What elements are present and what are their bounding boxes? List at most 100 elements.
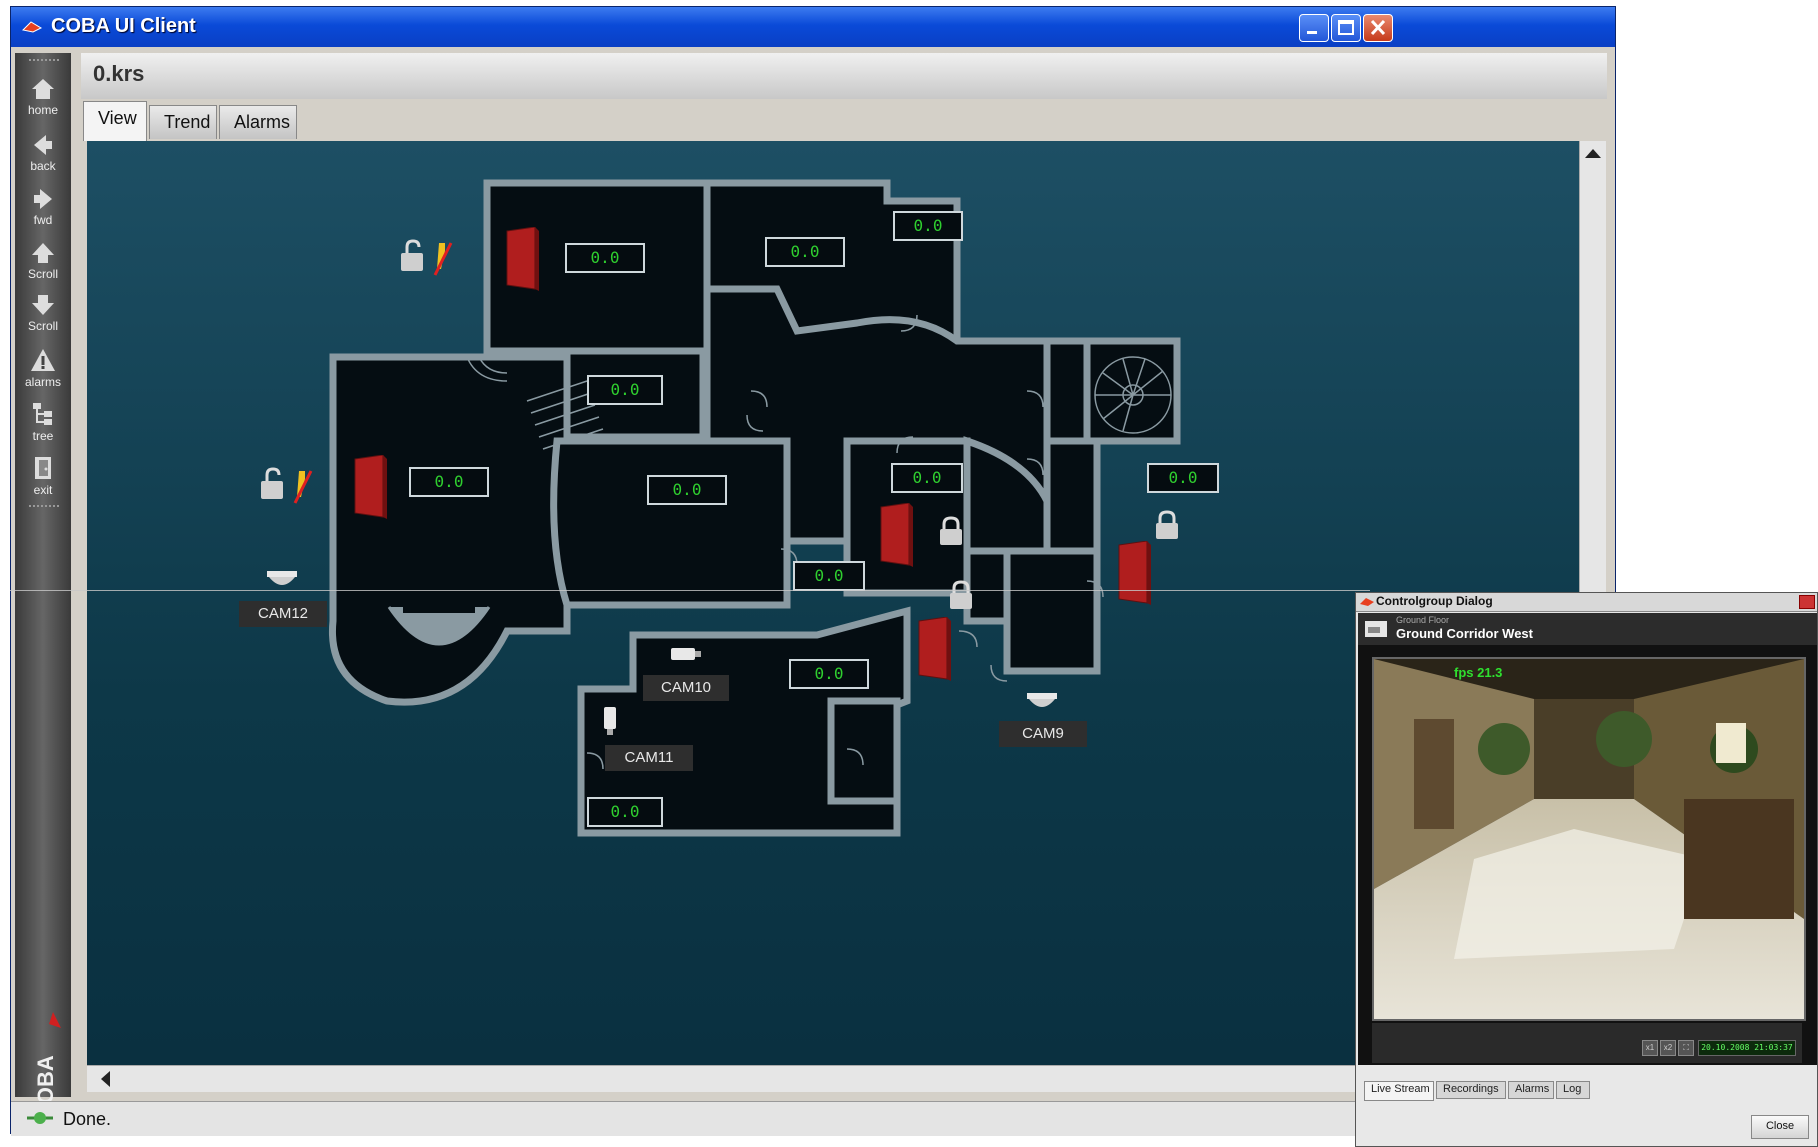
rail-grip-bottom <box>29 505 59 513</box>
divider-line <box>10 590 1370 591</box>
scroll-up-arrow-icon[interactable] <box>1585 149 1601 158</box>
sensor-value[interactable]: 0.0 <box>893 211 963 241</box>
dialog-header: Ground Floor Ground Corridor West <box>1358 613 1817 645</box>
alarm-warning-icon <box>31 349 55 371</box>
rail-alarms-label: alarms <box>24 375 61 389</box>
door-icon[interactable] <box>879 503 915 569</box>
video-control-bar: x1 x2 ⛶ 20.10.2008 21:03:37 <box>1372 1023 1802 1063</box>
rail-forward-button[interactable]: fwd <box>17 183 69 241</box>
minimize-icon <box>1307 31 1317 34</box>
dialog-title: Controlgroup Dialog <box>1376 594 1493 608</box>
dome-camera-icon[interactable] <box>1025 691 1059 713</box>
forward-arrow-icon <box>34 189 52 209</box>
camera-group-icon <box>1365 621 1387 637</box>
room-center <box>550 437 791 609</box>
fps-indicator: fps 21.3 <box>1454 665 1503 680</box>
rail-scroll-up-label: Scroll <box>27 267 58 281</box>
dome-camera-icon[interactable] <box>265 569 299 591</box>
rail-tree-label: tree <box>32 429 54 443</box>
dialog-close-button[interactable]: Close <box>1751 1115 1809 1139</box>
close-window-button[interactable] <box>1363 14 1393 42</box>
speed-x1-button[interactable]: x1 <box>1642 1040 1658 1056</box>
room-right-d <box>1043 437 1101 555</box>
sensor-value[interactable]: 0.0 <box>409 467 489 497</box>
page-header: 0.krs <box>81 53 1607 99</box>
lock-open-icon[interactable] <box>399 239 459 279</box>
lock-closed-icon[interactable] <box>1153 509 1181 541</box>
tab-log[interactable]: Log <box>1556 1081 1590 1099</box>
video-timestamp: 20.10.2008 21:03:37 <box>1698 1040 1796 1056</box>
page-title: 0.krs <box>93 61 145 86</box>
sensor-value[interactable]: 0.0 <box>587 375 663 405</box>
lock-key-icon[interactable] <box>259 467 319 507</box>
rail-exit-button[interactable]: exit <box>17 451 69 509</box>
rail-scroll-down-label: Scroll <box>27 319 58 333</box>
door-icon[interactable] <box>917 617 953 683</box>
rail-scroll-down-button[interactable]: Scroll <box>17 289 69 347</box>
back-arrow-icon <box>34 135 52 155</box>
app-logo-icon <box>21 21 43 33</box>
tab-recordings[interactable]: Recordings <box>1436 1081 1506 1099</box>
door-icon[interactable] <box>1117 541 1153 607</box>
rail-back-button[interactable]: back <box>17 129 69 187</box>
tab-view[interactable]: View <box>83 101 147 141</box>
dialog-title-bar[interactable]: Controlgroup Dialog <box>1356 593 1817 612</box>
sensor-value[interactable]: 0.0 <box>793 561 865 591</box>
tree-icon <box>33 403 52 425</box>
rail-grip-top <box>29 59 59 67</box>
scroll-left-arrow-icon[interactable] <box>101 1071 110 1087</box>
fullscreen-button[interactable]: ⛶ <box>1678 1040 1694 1056</box>
minimize-button[interactable] <box>1299 14 1329 42</box>
camera-label[interactable]: CAM11 <box>605 745 693 771</box>
dialog-subtitle: Ground Floor <box>1396 615 1450 625</box>
sensor-value[interactable]: 0.0 <box>789 659 869 689</box>
scroll-down-icon <box>32 295 54 315</box>
lock-closed-icon[interactable] <box>947 579 975 611</box>
camera-label[interactable]: CAM10 <box>643 675 729 701</box>
door-icon[interactable] <box>353 455 389 521</box>
tab-dialog-alarms[interactable]: Alarms <box>1508 1081 1554 1099</box>
sensor-value[interactable]: 0.0 <box>647 475 727 505</box>
corridor-video-image <box>1374 659 1804 1019</box>
bullet-camera-icon[interactable] <box>601 705 619 737</box>
sensor-value[interactable]: 0.0 <box>891 463 963 493</box>
rail-forward-label: fwd <box>33 213 53 227</box>
window-title: COBA UI Client <box>51 15 196 37</box>
door-icon[interactable] <box>505 227 541 293</box>
sensor-value[interactable]: 0.0 <box>1147 463 1219 493</box>
navigation-rail: home back fwd Scroll Scroll alarms tree <box>15 53 71 1120</box>
speed-x2-button[interactable]: x2 <box>1660 1040 1676 1056</box>
sensor-value[interactable]: 0.0 <box>587 797 663 827</box>
seating-bar <box>403 607 475 613</box>
sensor-value[interactable]: 0.0 <box>565 243 645 273</box>
title-bar[interactable]: COBA UI Client <box>11 7 1615 47</box>
rail-back-label: back <box>30 159 56 173</box>
live-video-feed[interactable]: fps 21.3 <box>1372 657 1806 1021</box>
exit-door-icon <box>35 457 51 479</box>
scroll-up-icon <box>32 243 54 263</box>
dialog-close-icon[interactable] <box>1799 595 1815 609</box>
maximize-button[interactable] <box>1331 14 1361 42</box>
lock-closed-icon[interactable] <box>937 515 965 547</box>
camera-label[interactable]: CAM12 <box>239 601 327 627</box>
tab-alarms[interactable]: Alarms <box>219 105 297 139</box>
video-panel: fps 21.3 x1 x2 ⛶ 20.10.2008 21:03:37 <box>1358 645 1817 1065</box>
room-right-e <box>1003 547 1101 675</box>
rail-home-button[interactable]: home <box>17 73 69 131</box>
room-left-round <box>328 353 571 706</box>
view-tabs: View Trend Alarms <box>81 101 1607 141</box>
tab-trend[interactable]: Trend <box>149 105 217 139</box>
sensor-value[interactable]: 0.0 <box>765 237 845 267</box>
connection-plug-icon <box>27 1112 53 1124</box>
camera-label[interactable]: CAM9 <box>999 721 1087 747</box>
rail-tree-button[interactable]: tree <box>17 397 69 455</box>
maximize-icon <box>1338 20 1354 35</box>
rail-scroll-up-button[interactable]: Scroll <box>17 237 69 295</box>
home-icon <box>32 79 54 99</box>
room-bottom-side <box>827 697 901 805</box>
rail-home-label: home <box>27 103 59 117</box>
bullet-camera-icon[interactable] <box>669 645 703 663</box>
tab-live-stream[interactable]: Live Stream <box>1364 1081 1434 1101</box>
rail-alarms-button[interactable]: alarms <box>17 343 69 401</box>
close-icon <box>1370 19 1386 36</box>
